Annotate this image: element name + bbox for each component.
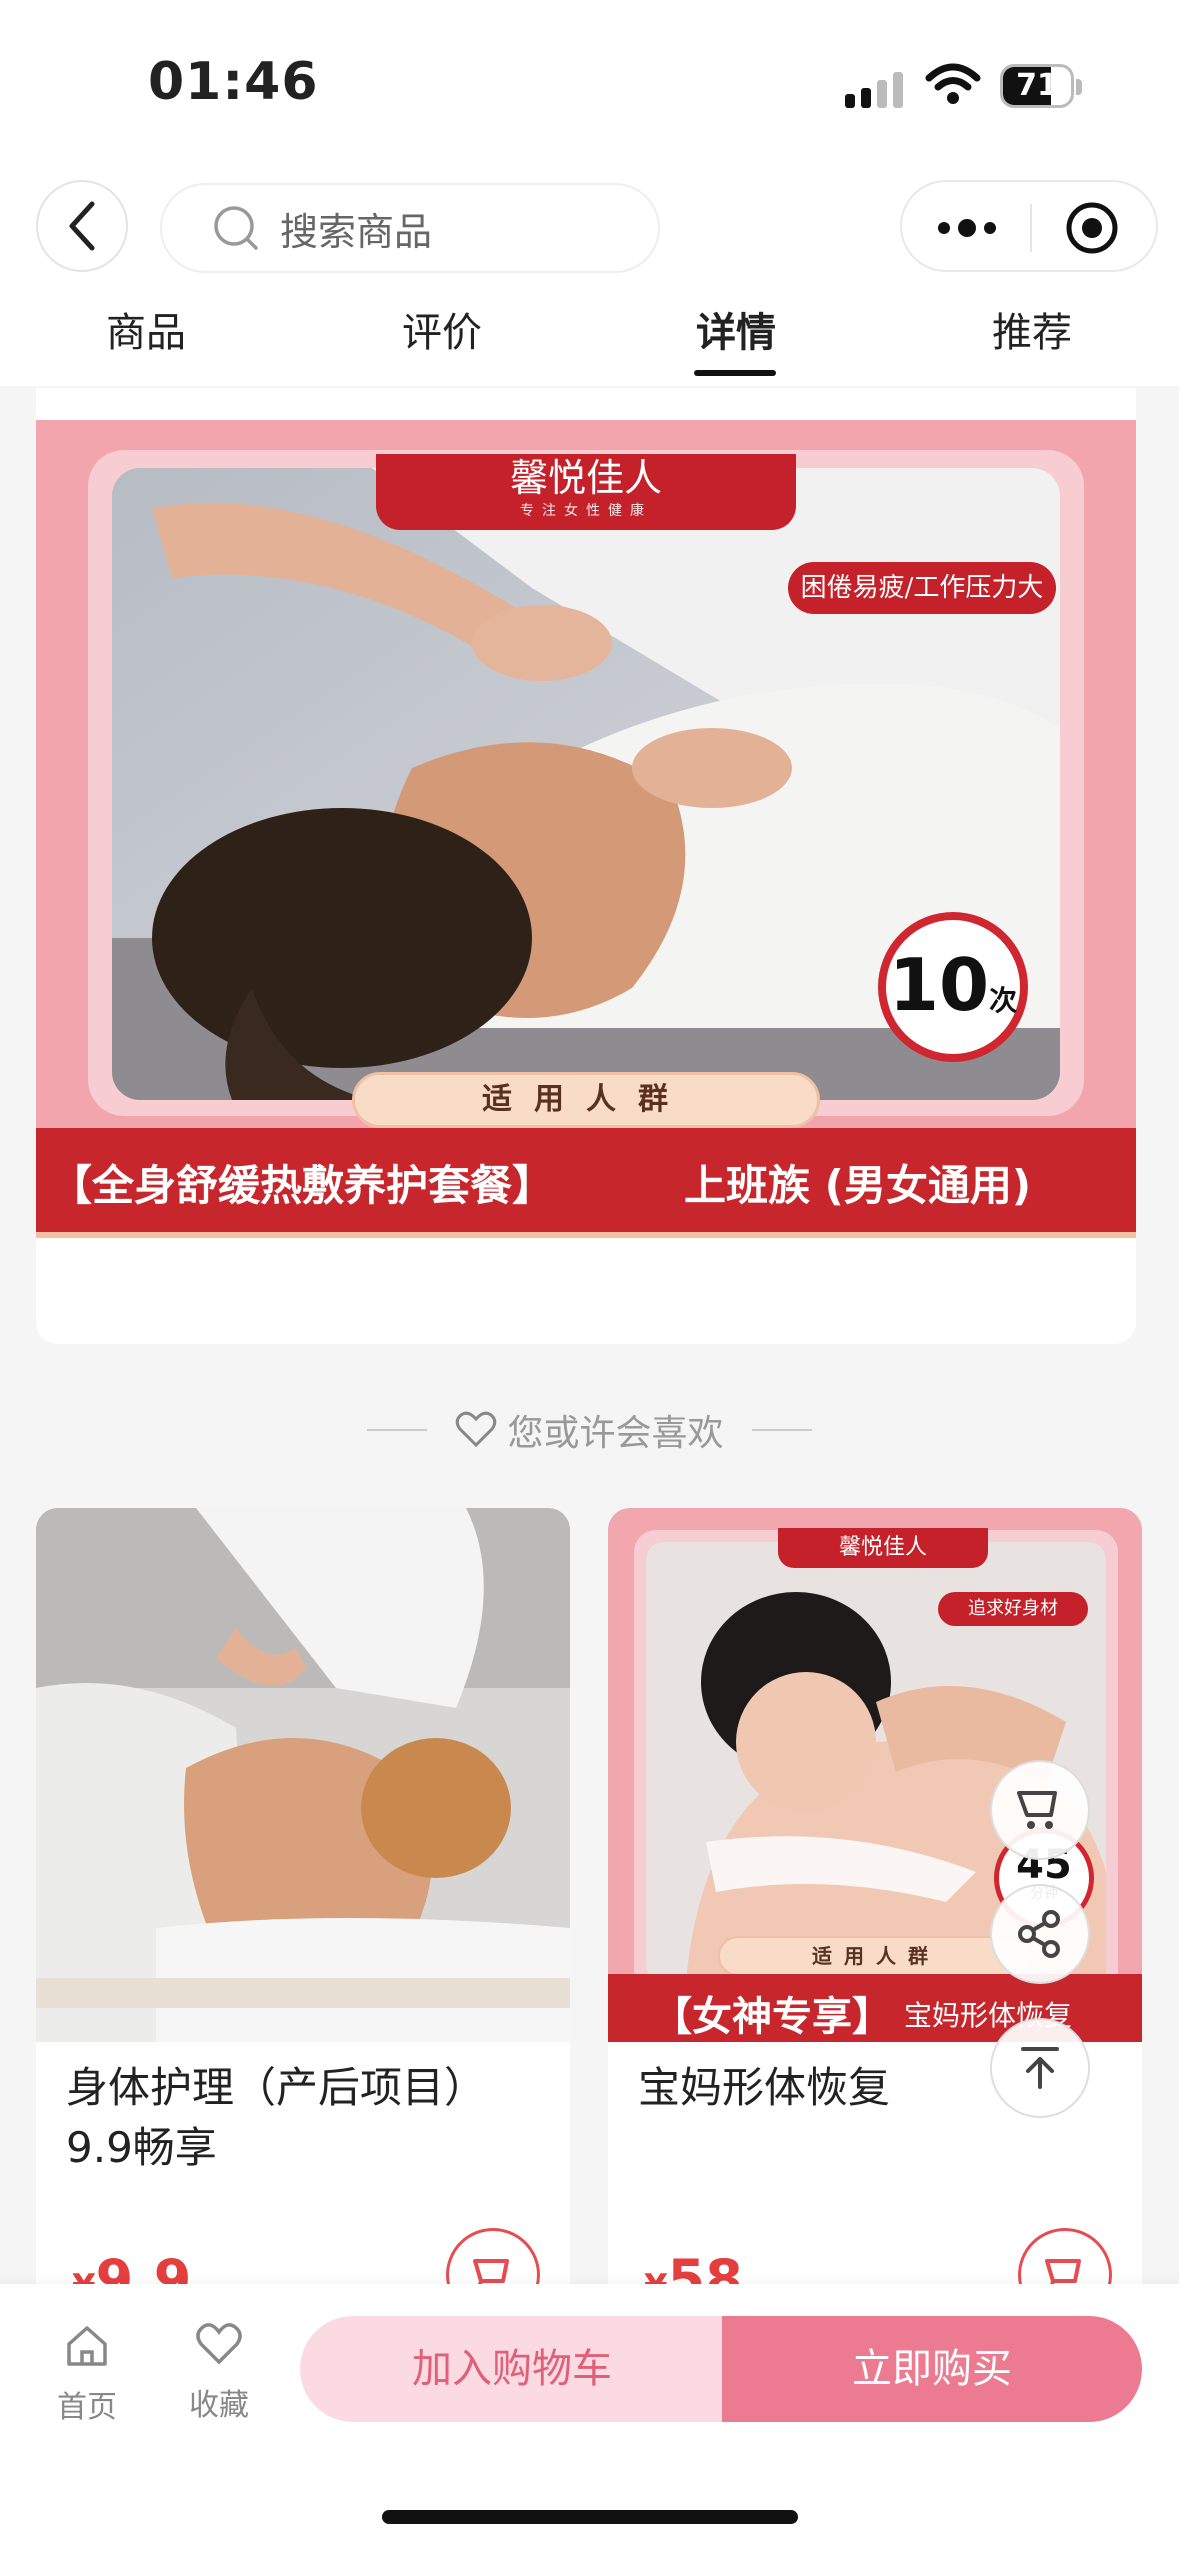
session-unit: 次 <box>989 984 1018 1017</box>
capsule-divider <box>1030 204 1032 252</box>
home-icon <box>67 2326 107 2366</box>
cellular-signal-icon <box>845 70 907 114</box>
symptom-tag: 追求好身材 <box>938 1592 1088 1626</box>
product-image <box>36 1508 570 2042</box>
brand-logo: 馨悦佳人 <box>778 1528 988 1568</box>
detail-banner-image: 馨悦佳人 专注女性健康 困倦易疲/工作压力大 10次 适用人群 【全身舒缓热敷养… <box>36 420 1136 1238</box>
recommend-title-text: 您或许会喜欢 <box>507 1413 724 1454</box>
arrow-up-icon <box>1021 2047 1059 2089</box>
back-button[interactable] <box>36 180 128 272</box>
home-tab[interactable]: 首页 <box>32 2322 142 2426</box>
product-name: 身体护理（产后项目）9.9畅享 <box>66 2063 487 2172</box>
add-to-cart-button[interactable]: 加入购物车 <box>300 2316 724 2422</box>
divider-line <box>367 1429 428 1431</box>
search-input[interactable]: 搜索商品 <box>160 183 660 273</box>
heart-icon <box>196 2323 242 2365</box>
heart-icon <box>456 1411 497 1448</box>
chevron-left-icon <box>69 201 95 251</box>
share-button[interactable] <box>990 1884 1090 1984</box>
package-strip: 【全身舒缓热敷养护套餐】 上班族 (男女通用) <box>36 1128 1136 1238</box>
battery-tip <box>1076 79 1082 95</box>
favorite-label: 收藏 <box>189 2388 249 2423</box>
tab-products[interactable]: 商品 <box>46 300 246 358</box>
target-close-icon <box>1066 202 1118 254</box>
back-to-top-button[interactable] <box>990 2018 1090 2118</box>
suitable-crowd-label: 适用人群 <box>718 1936 1034 1976</box>
session-count: 10 <box>888 943 990 1027</box>
tab-details[interactable]: 详情 <box>636 300 836 358</box>
package-name: 【全身舒缓热敷养护套餐】 <box>50 1161 555 1210</box>
status-time: 01:46 <box>148 52 319 112</box>
recommend-title: 您或许会喜欢 <box>0 1400 1179 1460</box>
wifi-icon <box>925 62 981 110</box>
product-card[interactable]: 身体护理（产后项目）9.9畅享 ¥9.9 <box>36 1508 570 2358</box>
more-dots-icon <box>938 219 996 237</box>
session-count-badge: 10次 <box>878 912 1028 1062</box>
symptom-tag: 困倦易疲/工作压力大 <box>788 562 1056 614</box>
brand-logo: 馨悦佳人 专注女性健康 <box>376 454 796 530</box>
target-audience: 上班族 (男女通用) <box>684 1161 1032 1210</box>
buy-now-button[interactable]: 立即购买 <box>722 2316 1142 2422</box>
brand-subtitle: 专注女性健康 <box>520 503 652 519</box>
more-menu-button[interactable] <box>936 208 998 252</box>
suitable-crowd-label: 适用人群 <box>352 1072 820 1128</box>
favorite-tab[interactable]: 收藏 <box>164 2322 274 2424</box>
share-icon <box>1018 1910 1060 1958</box>
home-label: 首页 <box>57 2390 117 2425</box>
headline: 【女神专享】 <box>652 1994 892 2040</box>
brand-name: 馨悦佳人 <box>509 456 662 500</box>
close-mini-program-button[interactable] <box>1064 200 1120 260</box>
cart-icon <box>1017 1791 1057 1829</box>
search-placeholder: 搜索商品 <box>280 209 433 254</box>
active-tab-indicator <box>694 370 776 376</box>
battery-level: 71 <box>1016 68 1058 103</box>
divider-line <box>751 1429 812 1431</box>
section-tabs: 商品 评价 详情 推荐 <box>0 300 1179 386</box>
tab-reviews[interactable]: 评价 <box>342 300 542 358</box>
battery-icon: 71 <box>1000 64 1074 108</box>
home-indicator <box>382 2510 798 2524</box>
search-icon <box>214 206 258 250</box>
mini-program-capsule <box>900 180 1158 272</box>
tab-recommend[interactable]: 推荐 <box>932 300 1132 358</box>
floating-cart-button[interactable] <box>990 1760 1090 1860</box>
